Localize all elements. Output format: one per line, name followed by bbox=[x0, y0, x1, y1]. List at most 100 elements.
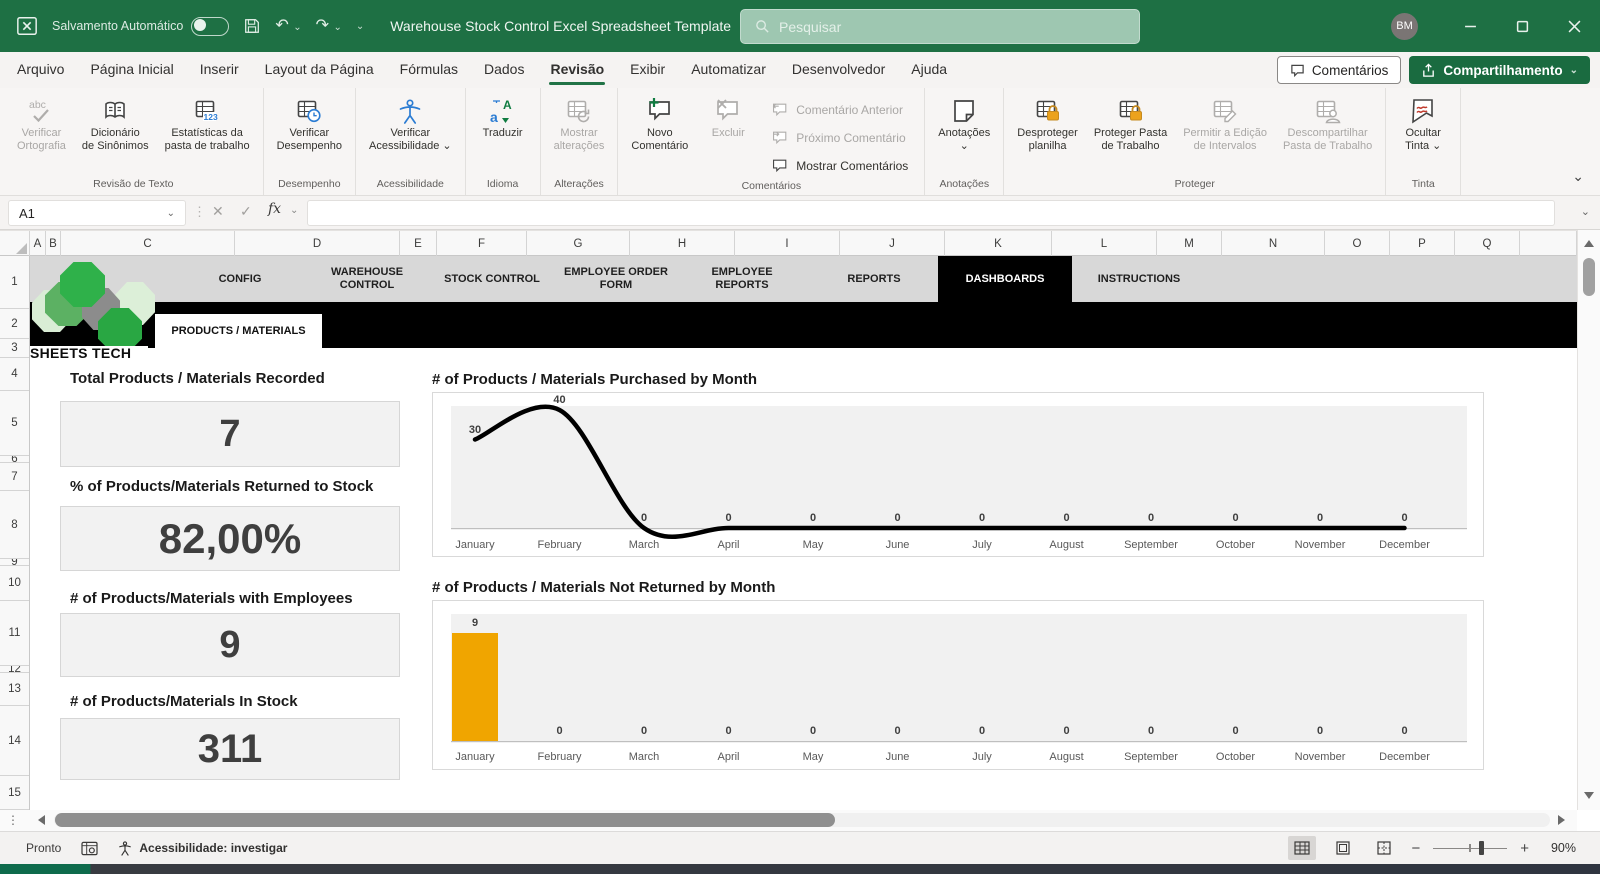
scroll-left-icon[interactable] bbox=[38, 815, 45, 825]
zoom-level[interactable]: 90% bbox=[1542, 841, 1576, 855]
column-header-p[interactable]: P bbox=[1390, 231, 1455, 256]
menu-tab-dados[interactable]: Dados bbox=[471, 52, 537, 88]
insert-function-icon[interactable]: fx bbox=[268, 201, 281, 217]
maximize-button[interactable] bbox=[1496, 0, 1548, 52]
view-page-break-button[interactable] bbox=[1370, 836, 1398, 860]
hscroll-drag-handle[interactable]: ⋮ bbox=[7, 813, 19, 827]
line-chart[interactable]: 30 40 0 0 0 0 0 0 0 0 0 0 January February March April M… bbox=[432, 392, 1484, 557]
document-title[interactable]: Warehouse Stock Control Excel Spreadshee… bbox=[390, 18, 747, 34]
row-header-6[interactable]: 6 bbox=[0, 456, 29, 463]
vscroll-thumb[interactable] bbox=[1583, 258, 1595, 296]
share-button[interactable]: Compartilhamento ⌄ bbox=[1409, 56, 1590, 84]
column-header-n[interactable]: N bbox=[1222, 231, 1325, 256]
row-header-13[interactable]: 13 bbox=[0, 673, 29, 706]
row-header-14[interactable]: 14 bbox=[0, 706, 29, 776]
column-header-h[interactable]: H bbox=[630, 231, 735, 256]
menu-tab-inserir[interactable]: Inserir bbox=[187, 52, 252, 88]
menu-tab-desenvolvedor[interactable]: Desenvolvedor bbox=[779, 52, 898, 88]
row-header-1[interactable]: 1 bbox=[0, 256, 29, 309]
row-header-5[interactable]: 5 bbox=[0, 391, 29, 456]
ribbon-button-ocultar-tinta[interactable]: Ocultar Tinta ⌄ bbox=[1392, 92, 1454, 155]
nav-tab-dashboards[interactable]: DASHBOARDS bbox=[938, 256, 1072, 302]
row-header-4[interactable]: 4 bbox=[0, 358, 29, 391]
column-header-m[interactable]: M bbox=[1157, 231, 1222, 256]
menu-tab-exibir[interactable]: Exibir bbox=[617, 52, 678, 88]
row-header-8[interactable]: 8 bbox=[0, 491, 29, 559]
column-header-d[interactable]: D bbox=[235, 231, 400, 256]
confirm-entry-icon[interactable]: ✓ bbox=[240, 203, 252, 220]
bar-chart[interactable]: 9 0 0 0 0 0 0 0 0 0 0 0 January February March April May… bbox=[432, 600, 1484, 770]
scroll-down-icon[interactable] bbox=[1584, 792, 1594, 799]
ribbon-button-verificar-ortografia[interactable]: abc Verificar Ortografia bbox=[10, 92, 73, 155]
column-header-a[interactable]: A bbox=[30, 231, 46, 256]
menu-tab-layout-da-pagina[interactable]: Layout da Página bbox=[252, 52, 387, 88]
ribbon-button-novo-comentario[interactable]: Novo Comentário bbox=[624, 92, 695, 155]
nav-tab-warehouse-control[interactable]: WAREHOUSE CONTROL bbox=[315, 256, 419, 302]
zoom-in-button[interactable]: + bbox=[1520, 840, 1529, 857]
search-input[interactable]: Pesquisar bbox=[740, 9, 1140, 44]
row-header-3[interactable]: 3 bbox=[0, 339, 29, 358]
menu-tab-revisao[interactable]: Revisão bbox=[537, 52, 617, 88]
column-header-i[interactable]: I bbox=[735, 231, 840, 256]
column-header-c[interactable]: C bbox=[61, 231, 235, 256]
view-page-layout-button[interactable] bbox=[1329, 836, 1357, 860]
close-button[interactable] bbox=[1548, 0, 1600, 52]
row-header-15[interactable]: 15 bbox=[0, 776, 29, 810]
formulabar-splitter[interactable]: ⋮ bbox=[193, 204, 207, 220]
view-normal-button[interactable] bbox=[1288, 836, 1317, 860]
macro-record-icon[interactable] bbox=[81, 841, 98, 856]
undo-icon[interactable]: ↶ ⌄ bbox=[275, 18, 301, 34]
column-header-o[interactable]: O bbox=[1325, 231, 1390, 256]
ribbon-button-comentario-anterior[interactable]: Comentário Anterior bbox=[765, 98, 914, 122]
column-header-k[interactable]: K bbox=[945, 231, 1052, 256]
column-header-b[interactable]: B bbox=[46, 231, 61, 256]
ribbon-button-dicionario-de-sinonimos[interactable]: Dicionário de Sinônimos bbox=[75, 92, 156, 155]
nav-tab-employee-order-form[interactable]: EMPLOYEE ORDER FORM bbox=[564, 256, 668, 302]
ribbon-button-excluir[interactable]: Excluir bbox=[697, 92, 759, 142]
row-header-7[interactable]: 7 bbox=[0, 463, 29, 491]
sheet-canvas[interactable]: CONFIG WAREHOUSE CONTROL STOCK CONTROL EMPL… bbox=[30, 256, 1577, 810]
ribbon-button-mostrar-alteracoes[interactable]: Mostrar alterações bbox=[547, 92, 612, 155]
ribbon-button-descompartilhar-pasta-de-trabalho[interactable]: Descompartilhar Pasta de Trabalho bbox=[1276, 92, 1379, 155]
ribbon-button-proteger-pasta-de-trabalho[interactable]: Proteger Pasta de Trabalho bbox=[1087, 92, 1174, 155]
horizontal-scrollbar[interactable]: ⋮ bbox=[0, 810, 1577, 831]
menu-tab-ajuda[interactable]: Ajuda bbox=[898, 52, 960, 88]
ribbon-button-traduzir[interactable]: a A Traduzir bbox=[472, 92, 534, 142]
menu-tab-pagina-inicial[interactable]: Página Inicial bbox=[77, 52, 186, 88]
nav-tab-instructions[interactable]: INSTRUCTIONS bbox=[1064, 256, 1214, 302]
comments-button[interactable]: Comentários bbox=[1276, 56, 1402, 84]
row-header-2[interactable]: 2 bbox=[0, 309, 29, 339]
ribbon-button-verificar-acessibilidade[interactable]: Verificar Acessibilidade ⌄ bbox=[362, 92, 459, 155]
row-header-11[interactable]: 11 bbox=[0, 601, 29, 666]
row-header-10[interactable]: 10 bbox=[0, 566, 29, 601]
formula-input[interactable] bbox=[307, 200, 1555, 226]
row-header-12[interactable]: 12 bbox=[0, 666, 29, 673]
column-header-f[interactable]: F bbox=[437, 231, 527, 256]
zoom-slider-thumb[interactable] bbox=[1479, 841, 1485, 855]
name-box[interactable]: A1 ⌄ bbox=[8, 200, 186, 226]
ribbon-button-anotacoes[interactable]: Anotações ⌄ bbox=[931, 92, 997, 155]
save-icon[interactable] bbox=[243, 17, 261, 35]
expand-formulabar-icon[interactable]: ⌄ bbox=[1581, 205, 1590, 218]
zoom-slider[interactable] bbox=[1433, 841, 1508, 855]
ribbon-button-estatisticas-da-pasta-de-trabalho[interactable]: 123 Estatísticas da pasta de trabalho bbox=[158, 92, 257, 155]
avatar[interactable]: BM bbox=[1391, 12, 1418, 40]
accessibility-status[interactable]: Acessibilidade: investigar bbox=[118, 840, 287, 856]
cancel-entry-icon[interactable]: ✕ bbox=[212, 203, 224, 220]
scroll-right-icon[interactable] bbox=[1558, 815, 1565, 825]
column-header-q[interactable]: Q bbox=[1455, 231, 1520, 256]
ribbon-button-proximo-comentario[interactable]: Próximo Comentário bbox=[765, 126, 914, 150]
menu-tab-formulas[interactable]: Fórmulas bbox=[387, 52, 471, 88]
nav-tab-reports[interactable]: REPORTS bbox=[814, 256, 934, 302]
autosave-toggle[interactable] bbox=[191, 16, 230, 36]
ribbon-button-verificar-desempenho[interactable]: Verificar Desempenho bbox=[270, 92, 349, 155]
menu-tab-arquivo[interactable]: Arquivo bbox=[4, 52, 77, 88]
vertical-scrollbar[interactable] bbox=[1577, 230, 1600, 810]
scroll-up-icon[interactable] bbox=[1584, 240, 1594, 247]
zoom-out-button[interactable]: − bbox=[1411, 840, 1420, 857]
nav-tab-config[interactable]: CONFIG bbox=[180, 256, 300, 302]
redo-icon[interactable]: ↷ ⌄ bbox=[316, 18, 342, 34]
nav-tab-stock-control[interactable]: STOCK CONTROL bbox=[417, 256, 567, 302]
menu-tab-automatizar[interactable]: Automatizar bbox=[678, 52, 779, 88]
minimize-button[interactable] bbox=[1444, 0, 1496, 52]
